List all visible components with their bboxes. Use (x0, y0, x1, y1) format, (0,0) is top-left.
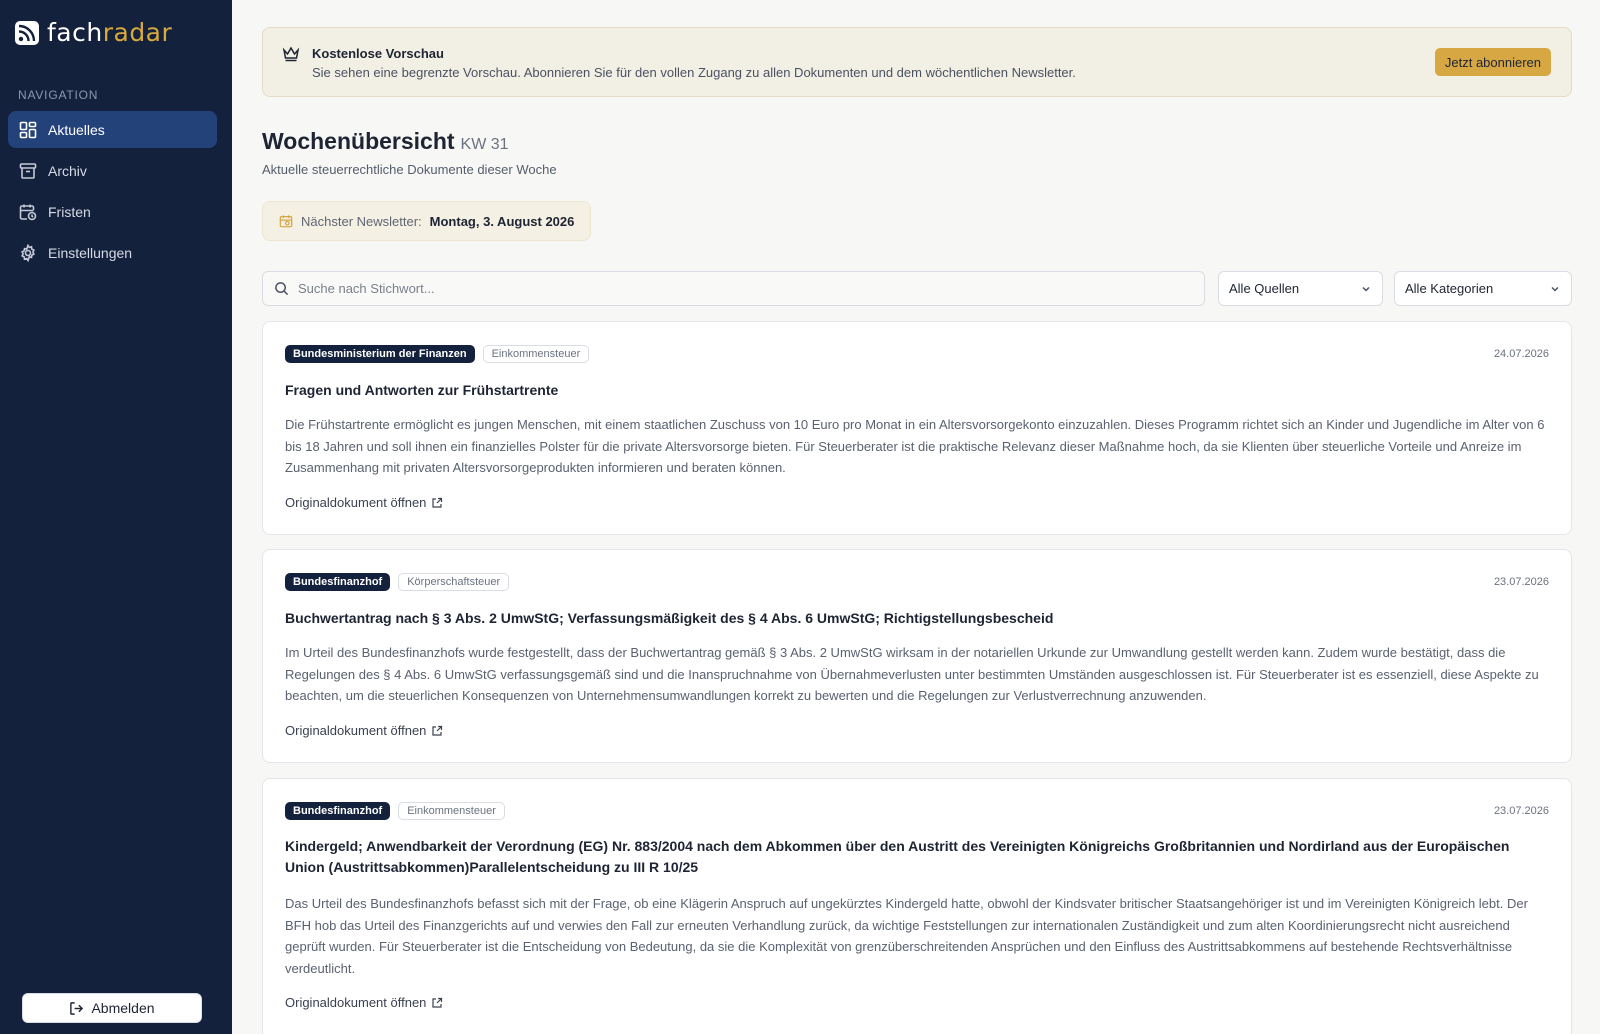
brand-logo[interactable]: fachradar (15, 18, 172, 47)
source-filter-select[interactable]: Alle Quellen (1218, 271, 1383, 306)
sidebar-item-aktuelles[interactable]: Aktuelles (8, 111, 217, 148)
page-subtitle: Aktuelle steuerrechtliche Dokumente dies… (262, 162, 557, 177)
sidebar-item-label: Einstellungen (48, 244, 133, 261)
source-badge: Bundesministerium der Finanzen (285, 345, 475, 363)
document-card: Bundesfinanzhof Einkommensteuer 23.07.20… (262, 778, 1572, 1034)
document-summary: Das Urteil des Bundesfinanzhofs befasst … (285, 896, 1528, 976)
chevron-down-icon (1362, 286, 1370, 292)
document-title: Fragen und Antworten zur Frühstartrente (285, 382, 559, 398)
open-original-label: Originaldokument öffnen (285, 723, 427, 738)
document-date: 23.07.2026 (1493, 805, 1549, 817)
subscribe-button[interactable]: Jetzt abonnieren (1434, 48, 1551, 76)
brand-name-part2: radar (102, 18, 173, 47)
sidebar-item-label: Fristen (48, 203, 91, 220)
document-date: 23.07.2026 (1493, 576, 1549, 588)
document-tags: Bundesfinanzhof Einkommensteuer (285, 802, 505, 820)
open-original-link[interactable]: Originaldokument öffnen (285, 495, 443, 510)
crown-icon (282, 46, 300, 62)
sidebar-nav: Aktuelles Archiv Fristen Einstellungen (8, 111, 217, 275)
external-link-icon (432, 497, 443, 508)
document-card: Bundesministerium der Finanzen Einkommen… (262, 321, 1572, 535)
category-badge: Einkommensteuer (482, 345, 590, 363)
search-input[interactable] (298, 281, 1178, 296)
banner-text: Sie sehen eine begrenzte Vorschau. Abonn… (312, 65, 1076, 80)
calendar-clock-icon (19, 204, 37, 220)
chevron-down-icon (1551, 286, 1559, 292)
source-badge: Bundesfinanzhof (285, 802, 391, 820)
sidebar-item-label: Archiv (48, 162, 87, 179)
open-original-link[interactable]: Originaldokument öffnen (285, 723, 443, 738)
document-title: Kindergeld; Anwendbarkeit der Verordnung… (285, 838, 1510, 875)
rss-icon (15, 20, 39, 45)
next-newsletter-info: Nächster Newsletter: Montag, 3. August 2… (262, 201, 592, 241)
category-filter-select[interactable]: Alle Kategorien (1394, 271, 1572, 306)
external-link-icon (432, 997, 443, 1008)
category-badge: Einkommensteuer (398, 802, 505, 820)
calendar-icon (279, 215, 293, 228)
page-title: Wochenübersicht KW 31 (262, 128, 509, 155)
week-number: KW 31 (460, 136, 509, 153)
brand-name-part1: fach (47, 18, 103, 47)
search-box (262, 271, 1205, 306)
open-original-label: Originaldokument öffnen (285, 495, 427, 510)
source-filter-value: Alle Quellen (1229, 281, 1300, 296)
logout-label: Abmelden (91, 1000, 155, 1016)
source-badge: Bundesfinanzhof (285, 573, 391, 591)
document-tags: Bundesministerium der Finanzen Einkommen… (285, 345, 590, 363)
newsletter-label: Nächster Newsletter: (301, 213, 422, 229)
dashboard-icon (19, 121, 37, 138)
sidebar: fachradar NAVIGATION Aktuelles Archiv Fr… (0, 0, 232, 1034)
open-original-link[interactable]: Originaldokument öffnen (285, 995, 443, 1010)
sidebar-item-label: Aktuelles (48, 121, 105, 138)
page-title-text: Wochenübersicht (262, 128, 455, 154)
category-badge: Körperschaftsteuer (398, 573, 510, 591)
category-filter-value: Alle Kategorien (1405, 281, 1494, 296)
banner-title: Kostenlose Vorschau (312, 46, 444, 61)
gear-icon (21, 243, 35, 262)
brand-name: fachradar (47, 18, 172, 47)
external-link-icon (432, 725, 443, 736)
preview-banner: Kostenlose Vorschau Sie sehen eine begre… (262, 27, 1572, 97)
sidebar-item-archiv[interactable]: Archiv (8, 152, 217, 189)
open-original-label: Originaldokument öffnen (285, 995, 427, 1010)
document-card: Bundesfinanzhof Körperschaftsteuer 23.07… (262, 549, 1572, 763)
sidebar-item-einstellungen[interactable]: Einstellungen (8, 234, 217, 271)
newsletter-date: Montag, 3. August 2026 (429, 213, 575, 229)
sidebar-item-fristen[interactable]: Fristen (8, 193, 217, 230)
document-date: 24.07.2026 (1493, 348, 1549, 360)
search-icon (275, 282, 289, 296)
document-summary: Im Urteil des Bundesfinanzhofs wurde fes… (285, 645, 1539, 703)
logout-icon (70, 1001, 84, 1015)
nav-heading: NAVIGATION (18, 88, 99, 102)
logout-button[interactable]: Abmelden (22, 993, 202, 1023)
archive-icon (19, 162, 37, 179)
document-summary: Die Frühstartrente ermöglicht es jungen … (285, 417, 1545, 475)
document-title: Buchwertantrag nach § 3 Abs. 2 UmwStG; V… (285, 610, 1054, 626)
document-tags: Bundesfinanzhof Körperschaftsteuer (285, 573, 510, 591)
main-content: Kostenlose Vorschau Sie sehen eine begre… (232, 0, 1600, 1034)
